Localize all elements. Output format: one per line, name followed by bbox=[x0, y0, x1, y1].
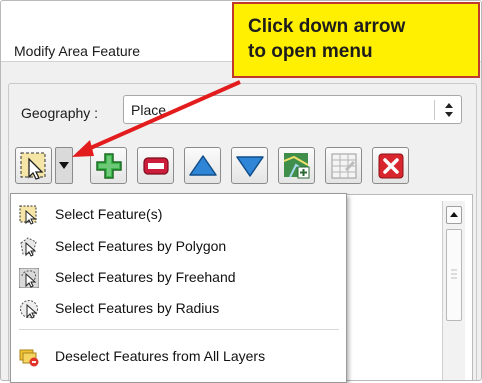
dialog-title: Modify Area Feature bbox=[14, 43, 141, 59]
chevron-down-icon bbox=[59, 162, 69, 169]
selection-dropdown-menu: Select Feature(s) Select Features by Pol… bbox=[10, 193, 347, 383]
map-icon bbox=[283, 153, 310, 179]
callout-line-1: Click down arrow bbox=[248, 16, 406, 37]
select-radius-icon bbox=[20, 300, 38, 319]
select-features-icon bbox=[20, 152, 46, 180]
menu-item-label: Select Features by Radius bbox=[55, 300, 220, 316]
select-rectangle-icon bbox=[19, 205, 37, 225]
map-button[interactable] bbox=[278, 147, 315, 184]
callout-line-2: to open menu bbox=[248, 41, 373, 62]
move-up-button[interactable] bbox=[184, 147, 221, 184]
menu-separator bbox=[19, 329, 339, 330]
menu-item-label: Select Feature(s) bbox=[55, 206, 163, 222]
menu-item-select-by-radius[interactable]: Select Features by Radius bbox=[11, 293, 346, 323]
move-down-button[interactable] bbox=[231, 147, 268, 184]
geography-select[interactable]: Place bbox=[123, 95, 462, 124]
geography-label: Geography : bbox=[21, 105, 99, 121]
scroll-thumb[interactable] bbox=[446, 229, 462, 321]
geography-value: Place bbox=[131, 102, 167, 118]
menu-item-label: Select Features by Freehand bbox=[55, 269, 236, 285]
instruction-callout: Click down arrow to open menu bbox=[232, 2, 480, 78]
select-features-button[interactable] bbox=[15, 147, 52, 184]
select-polygon-icon bbox=[20, 237, 37, 257]
select-divider bbox=[434, 100, 435, 120]
scroll-up-icon bbox=[450, 212, 458, 217]
grip-icon bbox=[451, 269, 457, 279]
table-icon bbox=[331, 153, 357, 179]
close-icon bbox=[378, 153, 404, 179]
menu-item-select-by-freehand[interactable]: Select Features by Freehand bbox=[11, 262, 346, 292]
table-button[interactable] bbox=[325, 147, 362, 184]
close-button[interactable] bbox=[372, 147, 409, 184]
select-dropdown-arrow[interactable] bbox=[55, 147, 73, 184]
add-icon bbox=[96, 153, 122, 179]
deselect-icon bbox=[19, 349, 39, 367]
toolbar bbox=[15, 147, 477, 187]
menu-item-label: Deselect Features from All Layers bbox=[55, 348, 266, 364]
menu-item-select-by-polygon[interactable]: Select Features by Polygon bbox=[11, 231, 346, 261]
remove-button[interactable] bbox=[137, 147, 174, 184]
menu-item-select-features[interactable]: Select Feature(s) bbox=[11, 199, 346, 229]
move-down-icon bbox=[236, 156, 264, 177]
vertical-scrollbar[interactable] bbox=[442, 201, 465, 380]
menu-item-label: Select Features by Polygon bbox=[55, 238, 227, 254]
add-button[interactable] bbox=[90, 147, 127, 184]
move-up-icon bbox=[189, 155, 217, 176]
select-freehand-icon bbox=[19, 268, 39, 288]
menu-item-deselect-all[interactable]: Deselect Features from All Layers bbox=[11, 341, 346, 371]
updown-arrows-icon bbox=[445, 103, 453, 117]
scroll-up-button[interactable] bbox=[446, 206, 462, 224]
remove-icon bbox=[143, 157, 169, 175]
